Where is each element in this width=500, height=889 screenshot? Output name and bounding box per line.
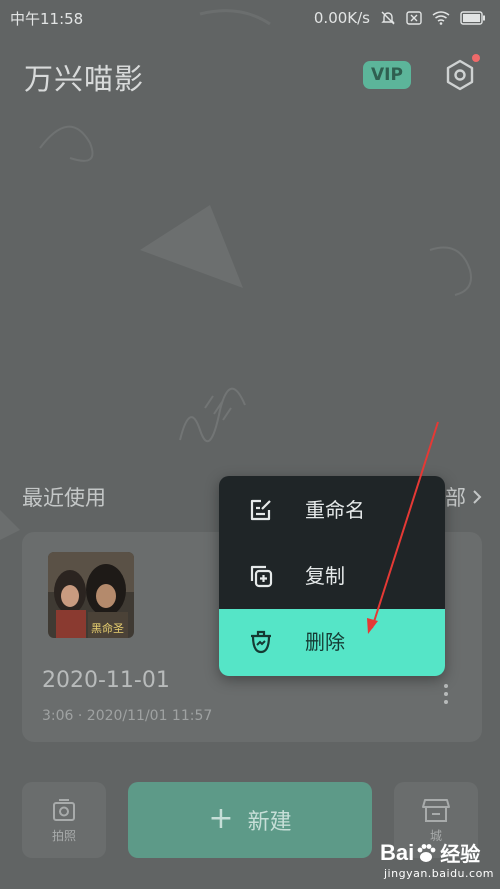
- shoot-label: 拍照: [51, 828, 76, 843]
- network-speed: 0.00K/s: [313, 9, 370, 27]
- wifi-icon: [432, 11, 450, 25]
- rename-icon: [250, 499, 271, 521]
- new-project-label: 新建: [247, 810, 292, 835]
- rename-label: 重命名: [305, 498, 365, 522]
- watermark-url: jingyan.baidu.com: [384, 867, 495, 880]
- chevron-right-icon: [473, 490, 482, 504]
- thumbnail-caption: 黑命圣: [91, 621, 124, 635]
- mute-icon: [381, 11, 395, 25]
- status-bar: 中午11:58 0.00K/s: [0, 0, 500, 36]
- shoot-button[interactable]: 拍照: [22, 782, 106, 858]
- baidu-watermark: Bai 经验 jingyan.baidu.com: [380, 838, 496, 884]
- app-screen: 中午11:58 0.00K/s 万兴喵影 VIP 最近使用 部 黑命圣 2020…: [0, 0, 500, 889]
- settings-hexagon-icon[interactable]: [443, 58, 477, 92]
- vip-button[interactable]: VIP: [363, 61, 411, 89]
- delete-icon: [251, 630, 271, 654]
- delete-label: 删除: [305, 630, 345, 654]
- app-title: 万兴喵影: [24, 62, 145, 96]
- recent-section-title: 最近使用: [22, 486, 106, 510]
- project-meta: 3:06 · 2020/11/01 11:57: [42, 708, 213, 724]
- store-icon: [422, 798, 450, 822]
- annotation-arrow: [367, 421, 439, 634]
- project-date: 2020-11-01: [42, 668, 170, 693]
- new-project-button[interactable]: + 新建: [128, 782, 372, 858]
- notification-dot: [472, 54, 480, 62]
- copy-label: 复制: [305, 564, 345, 588]
- battery-icon: [460, 11, 485, 25]
- watermark-brand: Bai 经验: [380, 838, 480, 867]
- watermark-brand-text: Bai: [380, 839, 415, 865]
- status-icons: 0.00K/s: [314, 9, 486, 27]
- watermark-brand-suffix: 经验: [440, 844, 481, 866]
- paw-icon: [417, 843, 436, 862]
- plus-icon: +: [208, 800, 234, 836]
- copy-icon: [250, 565, 273, 588]
- project-thumbnail[interactable]: 黑命圣: [48, 552, 134, 638]
- status-time: 中午11:58: [10, 9, 84, 28]
- camera-icon: [53, 798, 75, 821]
- sim-off-icon: [406, 11, 422, 25]
- more-options-icon[interactable]: [438, 682, 454, 706]
- see-all-link[interactable]: 部: [445, 482, 482, 512]
